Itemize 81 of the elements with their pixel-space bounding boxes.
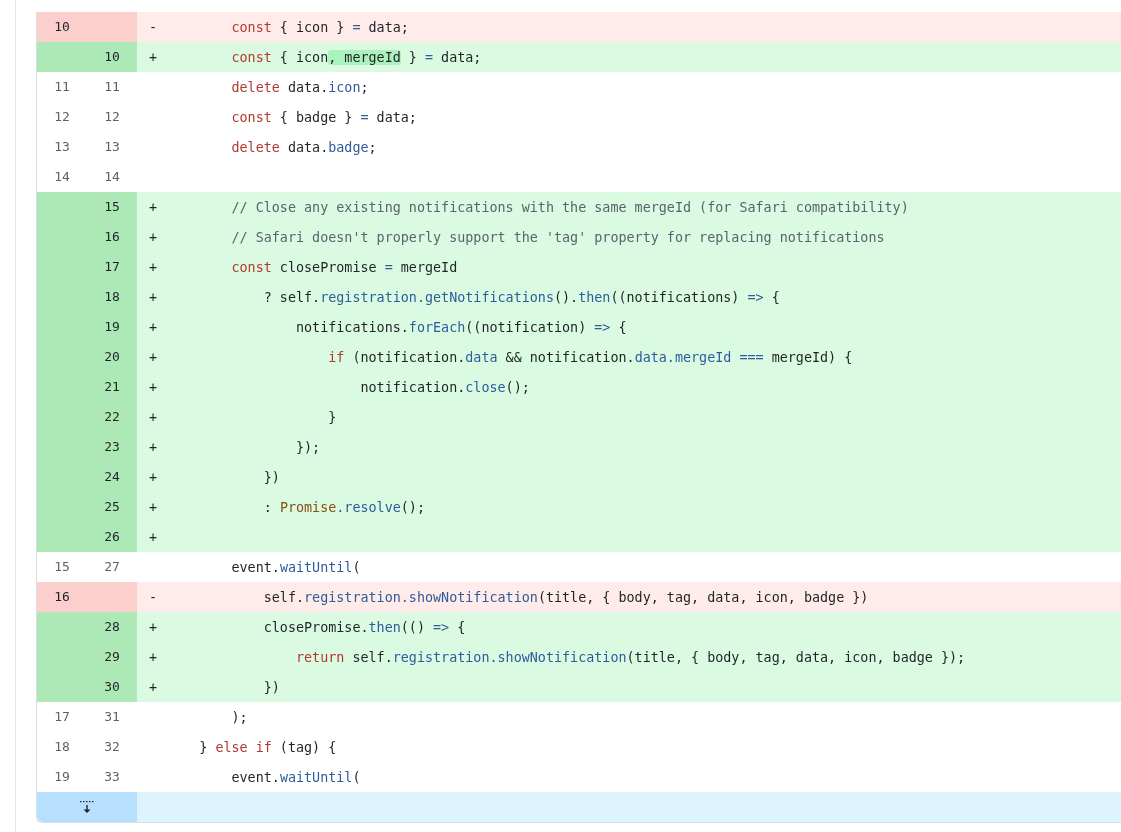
diff-sign: - bbox=[149, 19, 158, 35]
diff-sign: + bbox=[149, 409, 158, 425]
code-line: // Safari doesn't properly support the 'tag' property for replacing notifications bbox=[230, 229, 885, 245]
line-number: 18 bbox=[53, 738, 71, 756]
line-number: 24 bbox=[87, 462, 137, 492]
diff-sign: + bbox=[149, 529, 158, 545]
line-number: 26 bbox=[87, 522, 137, 552]
code-line: }); bbox=[295, 439, 321, 455]
code-line: event.waitUntil( bbox=[230, 559, 361, 575]
line-number: 12 bbox=[103, 108, 121, 126]
line-number: 13 bbox=[53, 138, 71, 156]
diff-sign: + bbox=[149, 679, 158, 695]
line-number: 31 bbox=[103, 708, 121, 726]
code-line: const { badge } = data; bbox=[230, 109, 417, 125]
line-number bbox=[37, 42, 87, 72]
line-number: 17 bbox=[87, 252, 137, 282]
code-line: delete data.icon; bbox=[230, 79, 369, 95]
diff-sign: + bbox=[149, 439, 158, 455]
code-line: }) bbox=[262, 469, 280, 485]
diff-sign: + bbox=[149, 289, 158, 305]
diff-sign: + bbox=[149, 319, 158, 335]
diff-sign: + bbox=[149, 379, 158, 395]
code-line: } else if (tag) { bbox=[198, 739, 337, 755]
expand-button[interactable] bbox=[37, 792, 137, 822]
line-number: 14 bbox=[53, 168, 71, 186]
line-number: 10 bbox=[37, 12, 87, 42]
line-number: 19 bbox=[53, 768, 71, 786]
diff-sign: + bbox=[149, 619, 158, 635]
code-line: return self.registration.showNotification(title, { body, tag, data, icon, badge }); bbox=[295, 649, 966, 665]
code-line: const { icon } = data; bbox=[230, 19, 409, 35]
diff-sign: + bbox=[149, 349, 158, 365]
diff-sign: - bbox=[149, 589, 158, 605]
line-number: 11 bbox=[103, 78, 121, 96]
code-line: } bbox=[327, 409, 337, 425]
diff-sign: + bbox=[149, 199, 158, 215]
code-line: const { icon, mergeId } = data; bbox=[230, 49, 482, 65]
code-line: delete data.badge; bbox=[230, 139, 377, 155]
line-number: 28 bbox=[87, 612, 137, 642]
line-number: 11 bbox=[53, 78, 71, 96]
diff-sign: + bbox=[149, 229, 158, 245]
line-number: 32 bbox=[103, 738, 121, 756]
line-number: 25 bbox=[87, 492, 137, 522]
code-line: notifications.forEach((notification) => { bbox=[295, 319, 627, 335]
code-line: closePromise.then(() => { bbox=[262, 619, 466, 635]
code-line: : Promise.resolve(); bbox=[262, 499, 425, 515]
expand-icon bbox=[79, 800, 95, 814]
diff-sign: + bbox=[149, 259, 158, 275]
diff-sign: + bbox=[149, 49, 158, 65]
line-number: 30 bbox=[87, 672, 137, 702]
code-line: }) bbox=[262, 679, 280, 695]
line-number: 15 bbox=[53, 558, 71, 576]
line-number bbox=[87, 12, 137, 42]
line-number: 29 bbox=[87, 642, 137, 672]
line-number: 23 bbox=[87, 432, 137, 462]
line-number bbox=[87, 582, 137, 612]
diff-sign: + bbox=[149, 499, 158, 515]
line-number: 10 bbox=[87, 42, 137, 72]
line-number: 12 bbox=[53, 108, 71, 126]
code-line: self.registration.showNotification(title, { body, tag, data, icon, badge }) bbox=[262, 589, 869, 605]
code-line: ? self.registration.getNotifications().then((notifications) => { bbox=[262, 289, 780, 305]
line-number: 18 bbox=[87, 282, 137, 312]
code-line: // Close any existing notifications with the same mergeId (for Safari compatibility) bbox=[230, 199, 909, 215]
line-number: 13 bbox=[103, 138, 121, 156]
line-number: 20 bbox=[87, 342, 137, 372]
diff-sign: + bbox=[149, 649, 158, 665]
line-number: 27 bbox=[103, 558, 121, 576]
diff-sign: + bbox=[149, 469, 158, 485]
code-line: notification.close(); bbox=[359, 379, 530, 395]
code-line: if (notification.data && notification.data.mergeId === mergeId) { bbox=[327, 349, 853, 365]
line-number: 15 bbox=[87, 192, 137, 222]
line-number: 22 bbox=[87, 402, 137, 432]
line-number: 16 bbox=[37, 582, 87, 612]
line-number: 14 bbox=[103, 168, 121, 186]
line-number: 19 bbox=[87, 312, 137, 342]
line-number: 16 bbox=[87, 222, 137, 252]
code-line: ); bbox=[230, 709, 248, 725]
line-number: 33 bbox=[103, 768, 121, 786]
code-line: event.waitUntil( bbox=[230, 769, 361, 785]
line-number: 21 bbox=[87, 372, 137, 402]
code-line: const closePromise = mergeId bbox=[230, 259, 458, 275]
line-number: 17 bbox=[53, 708, 71, 726]
